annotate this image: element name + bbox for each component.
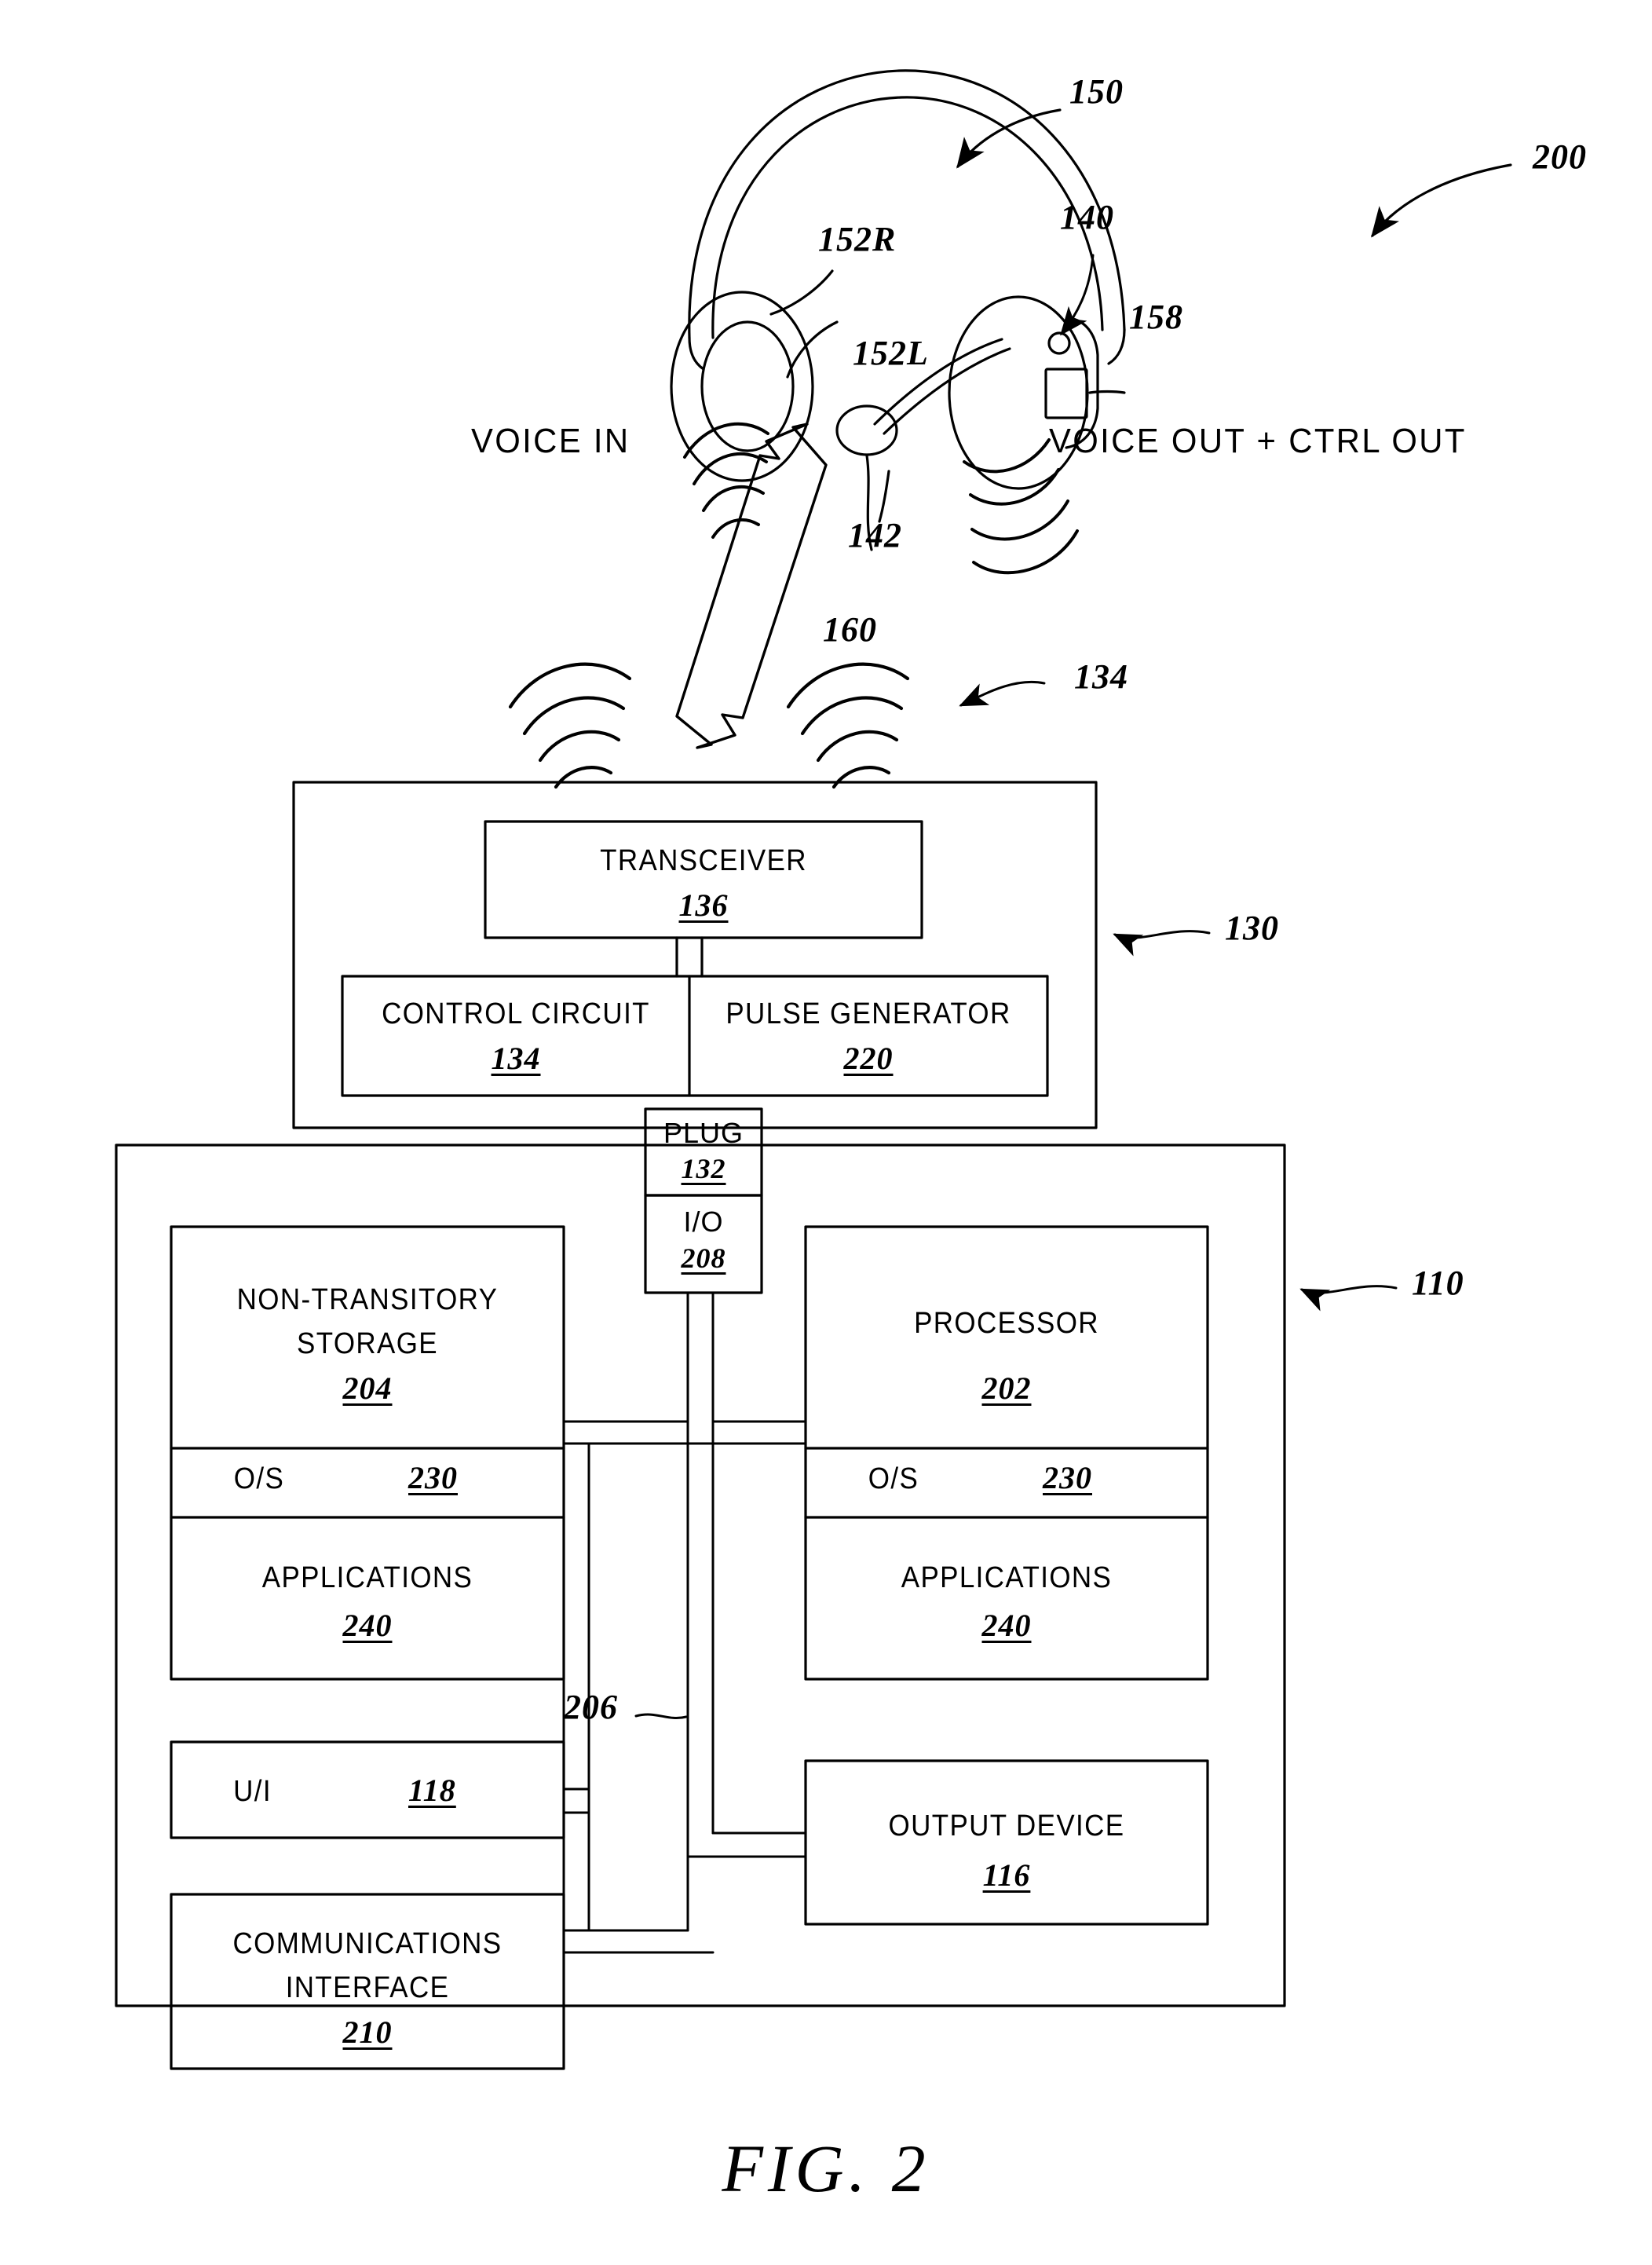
label-ui: U/I (233, 1775, 272, 1808)
headset-headband (688, 69, 1126, 371)
label-comms-line1: COMMUNICATIONS (232, 1927, 503, 1960)
leader-134-waves (959, 681, 1046, 707)
leader-158 (1088, 390, 1126, 394)
label-io: I/O (683, 1206, 724, 1238)
ref-processor-202: 202 (981, 1370, 1032, 1406)
figure-linework (115, 69, 1512, 2070)
label-comms-line2: INTERFACE (285, 1971, 450, 2004)
leader-200 (1371, 163, 1512, 238)
label-transceiver: TRANSCEIVER (600, 844, 807, 877)
leader-142 (878, 470, 890, 523)
label-plug: PLUG (663, 1117, 744, 1149)
label-voice-in: VOICE IN (471, 422, 630, 460)
label-output-device: OUTPUT DEVICE (888, 1809, 1125, 1842)
figure-caption: FIG. 2 (722, 2131, 930, 2206)
label-storage-line1: NON-TRANSITORY (236, 1283, 499, 1316)
leader-130 (1113, 930, 1211, 957)
patent-figure: 200 150 152R 152L 140 158 142 VOICE IN V… (0, 0, 1652, 2265)
ui-box (170, 1740, 565, 1839)
ref-adapter-130: 130 (1225, 909, 1279, 947)
ref-button-158: 158 (1129, 298, 1183, 336)
label-storage-applications: APPLICATIONS (261, 1561, 473, 1594)
ref-earcup-right-152R: 152R (818, 220, 897, 258)
label-pulse-generator: PULSE GENERATOR (725, 997, 1011, 1030)
output-device-box (804, 1759, 1209, 1926)
ref-processor-os-230: 230 (1043, 1460, 1092, 1495)
ref-transceiver-136: 136 (678, 887, 729, 923)
ref-storage-applications-240: 240 (342, 1608, 393, 1643)
label-processor: PROCESSOR (914, 1307, 1099, 1340)
ref-ui-118: 118 (408, 1773, 456, 1808)
leader-206 (634, 1713, 688, 1719)
ref-wireless-waves-134: 134 (1074, 657, 1128, 696)
ref-output-device-116: 116 (982, 1857, 1031, 1893)
bus-206 (562, 1291, 807, 1954)
leader-110 (1299, 1285, 1398, 1312)
ref-io-208: 208 (681, 1242, 726, 1274)
ref-comms-210: 210 (342, 2014, 393, 2050)
ref-wireless-link-160: 160 (823, 610, 877, 649)
ref-control-module-140: 140 (1060, 198, 1114, 236)
ref-control-circuit-134: 134 (491, 1041, 541, 1076)
ref-microphone-142: 142 (848, 516, 902, 554)
ref-processor-applications-240: 240 (981, 1608, 1032, 1643)
leader-150 (956, 108, 1062, 169)
label-storage-os: O/S (233, 1462, 285, 1495)
voice-in-waves (683, 422, 769, 539)
adapter-waves-left (508, 662, 632, 789)
control-row-box (341, 975, 1049, 1097)
ref-earcup-left-152L: 152L (853, 334, 929, 372)
ref-device-110: 110 (1412, 1264, 1464, 1302)
ref-storage-204: 204 (342, 1370, 393, 1406)
ref-storage-os-230: 230 (408, 1460, 458, 1495)
ref-pulse-generator-220: 220 (843, 1041, 894, 1076)
ref-bus-206: 206 (564, 1688, 618, 1726)
label-control-circuit: CONTROL CIRCUIT (382, 997, 650, 1030)
label-storage-line2: STORAGE (297, 1327, 438, 1360)
ref-headset-150: 150 (1069, 72, 1124, 111)
ref-system-200: 200 (1533, 137, 1587, 176)
adapter-outer-box (292, 781, 1098, 1129)
label-processor-applications: APPLICATIONS (901, 1561, 1113, 1594)
wireless-link-arrow (675, 423, 828, 749)
adapter-waves-right (786, 662, 910, 789)
label-voice-out: VOICE OUT + CTRL OUT (1049, 422, 1467, 460)
ref-plug-132: 132 (681, 1153, 726, 1184)
label-processor-os: O/S (868, 1462, 919, 1495)
